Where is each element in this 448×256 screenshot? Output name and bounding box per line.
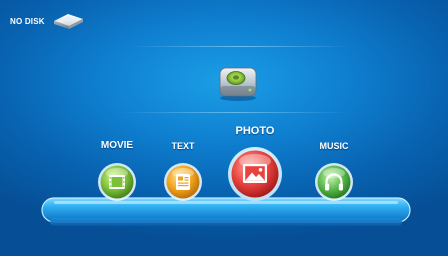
hard-drive-icon <box>219 67 257 101</box>
divider-line <box>130 46 350 47</box>
picture-icon <box>228 147 282 201</box>
menu-label-photo: PHOTO <box>235 125 275 137</box>
usb-drive-icon <box>53 14 83 29</box>
menu-item-movie[interactable]: MOVIE <box>90 138 144 208</box>
no-disk-label: NO DISK <box>10 16 45 26</box>
menu-label-music: MUSIC <box>319 141 349 151</box>
media-player-home: NO DISK MOVIE TEXT PHOTO MUSIC <box>0 0 448 256</box>
menu-item-photo[interactable]: PHOTO <box>222 124 288 210</box>
menu-item-music[interactable]: MUSIC <box>308 138 360 208</box>
document-icon <box>164 163 202 201</box>
menu-label-text: TEXT <box>171 141 195 151</box>
shelf-glow-line <box>120 112 348 113</box>
headphones-icon <box>315 163 353 201</box>
menu-label-movie: MOVIE <box>100 140 134 151</box>
disk-status: NO DISK <box>10 10 85 32</box>
film-strip-icon <box>98 163 136 201</box>
menu-item-text[interactable]: TEXT <box>158 138 208 208</box>
